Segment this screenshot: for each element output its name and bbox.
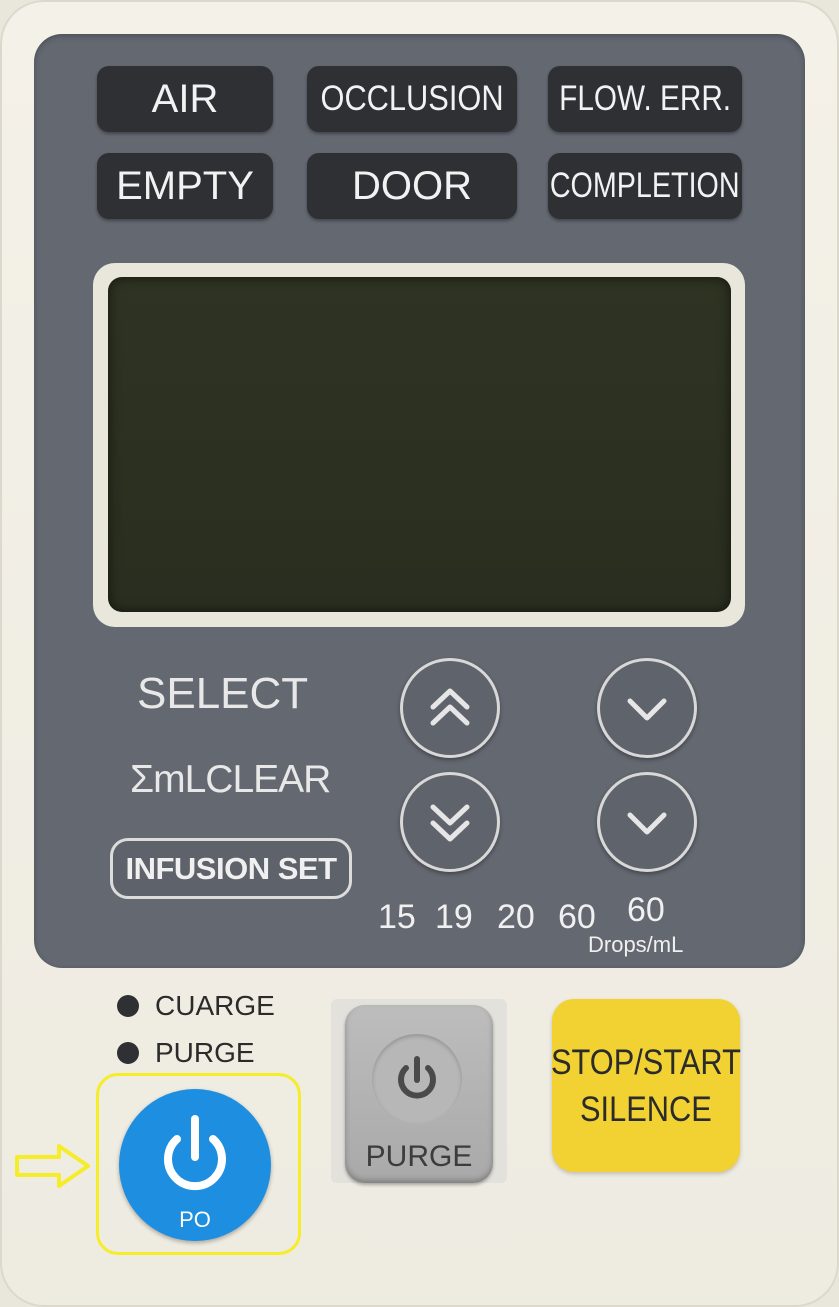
charge-led: [117, 995, 139, 1017]
arrow-right-icon: [15, 1144, 90, 1188]
purge-indicator-label: PURGE: [155, 1037, 255, 1068]
power-icon: [164, 1115, 226, 1191]
double-chevron-up-icon: [430, 688, 470, 726]
alarm-occlusion-label: OCCLUSION: [320, 79, 504, 118]
purge-power-icon: [372, 1034, 462, 1124]
alarm-air-label: AIR: [151, 76, 219, 121]
silence-label: SILENCE: [580, 1089, 712, 1129]
chevron-down-icon: [627, 698, 667, 721]
alarm-empty: EMPTY: [97, 153, 273, 219]
drops-per-ml-unit: Drops/mL: [588, 932, 684, 957]
alarm-completion: COMPLETION: [548, 153, 742, 219]
fast-down-button[interactable]: [400, 772, 500, 872]
alarm-completion-label: COMPLETION: [550, 166, 740, 205]
purge-indicator: PURGE: [117, 1037, 255, 1069]
alarm-air: AIR: [97, 66, 273, 132]
charge-indicator: CUARGE: [117, 990, 275, 1022]
infusion-set-button[interactable]: INFUSION SET: [110, 838, 352, 899]
alarm-flow-error: FLOW. ERR.: [548, 66, 742, 132]
stop-start-label: STOP/START: [551, 1042, 741, 1082]
charge-label: CUARGE: [155, 990, 275, 1021]
drop-rate-60-b: 60: [627, 891, 665, 929]
infusion-pump-device: AIR OCCLUSION FLOW. ERR. EMPTY DOOR COMP…: [0, 0, 839, 1307]
double-chevron-down-icon: [430, 804, 470, 842]
drop-rate-15: 15: [378, 898, 416, 936]
power-button[interactable]: PO: [119, 1089, 271, 1241]
alarm-occlusion: OCCLUSION: [307, 66, 517, 132]
chevron-down-icon: [627, 812, 667, 835]
drop-rate-19: 19: [435, 898, 473, 936]
purge-led: [117, 1042, 139, 1064]
fast-up-button[interactable]: [400, 658, 500, 758]
power-button-label: PO: [179, 1207, 211, 1232]
down-button-bottom[interactable]: [597, 772, 697, 872]
ml-clear-label: ΣmLCLEAR: [130, 758, 331, 801]
stop-start-silence-button[interactable]: STOP/START SILENCE: [551, 999, 741, 1172]
lcd-display: [108, 277, 731, 612]
purge-button-label: PURGE: [365, 1140, 473, 1173]
alarm-flow-error-label: FLOW. ERR.: [559, 79, 731, 118]
down-button-top[interactable]: [597, 658, 697, 758]
alarm-door-label: DOOR: [352, 163, 472, 208]
select-label: SELECT: [137, 669, 309, 718]
power-icon: [398, 1056, 436, 1099]
alarm-door: DOOR: [307, 153, 517, 219]
alarm-empty-label: EMPTY: [116, 163, 254, 208]
drop-rate-20: 20: [497, 898, 535, 936]
